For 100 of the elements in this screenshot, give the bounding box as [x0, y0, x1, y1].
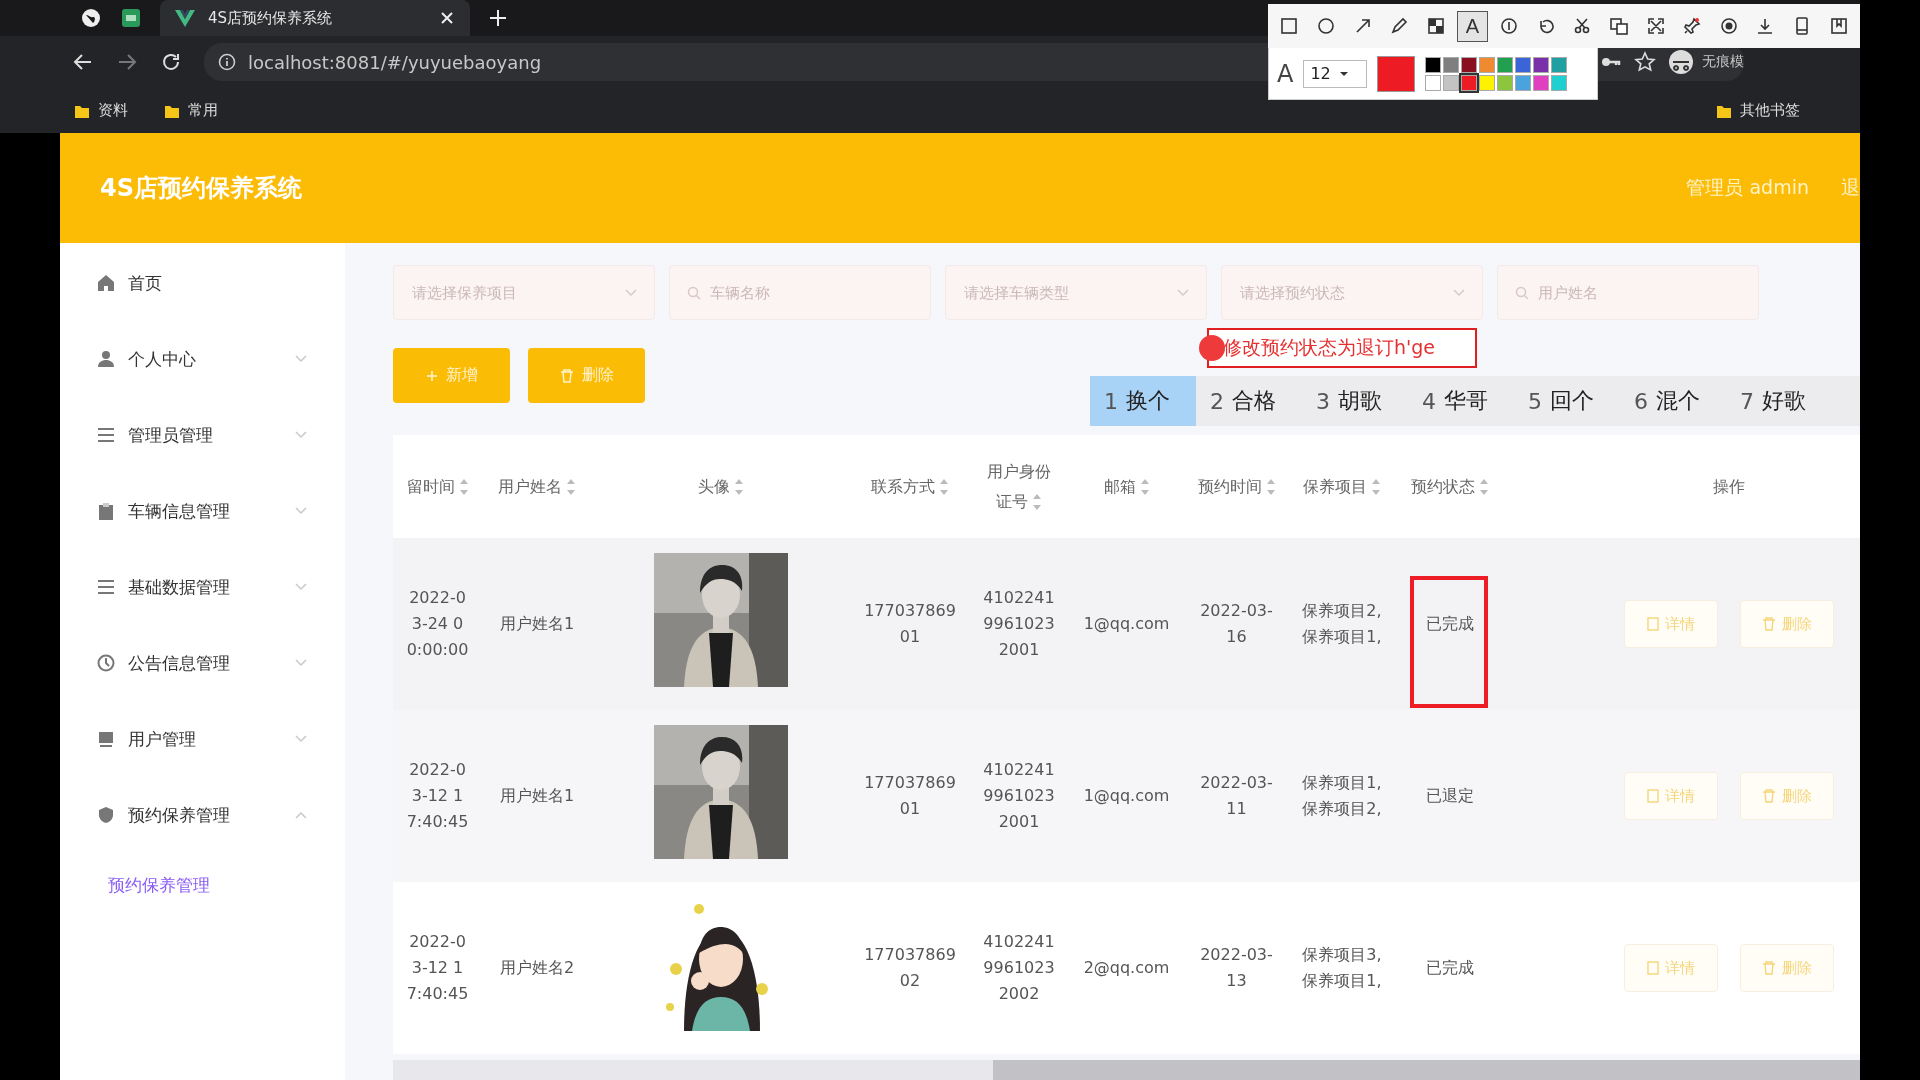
plus-icon	[425, 369, 438, 382]
table-cell: 410224199610232002	[983, 932, 1055, 1003]
column-header[interactable]: 留时间	[406, 471, 469, 502]
color-swatch[interactable]	[1551, 74, 1568, 91]
table-cell: 2022-03-12 17:40:45	[406, 760, 469, 831]
color-swatch[interactable]	[1461, 56, 1478, 73]
color-swatch[interactable]	[1479, 74, 1496, 91]
table-cell: 17703786902	[864, 945, 956, 990]
sidebar-item[interactable]: 车辆信息管理	[60, 473, 345, 549]
column-header[interactable]: 操作	[1712, 471, 1745, 502]
table-cell: 用户姓名1	[499, 614, 575, 633]
color-swatch[interactable]	[1515, 56, 1532, 73]
chevron-icon	[295, 811, 307, 819]
cursor-dot-icon	[1199, 335, 1225, 361]
new-tab-icon	[488, 8, 508, 28]
color-swatch[interactable]	[1515, 74, 1532, 91]
tab-title: 4S店预约保养系统	[208, 8, 334, 28]
color-swatch[interactable]	[1497, 74, 1514, 91]
reload-button[interactable]	[160, 51, 182, 73]
column-header[interactable]: 头像	[698, 471, 744, 502]
monitor-icon	[97, 730, 115, 748]
horizontal-scrollbar[interactable]	[393, 1060, 1860, 1080]
star-icon	[1634, 51, 1656, 73]
status-text: 已完成	[1426, 958, 1474, 977]
list-icon	[97, 578, 115, 596]
column-header[interactable]: 用户身份证号	[982, 456, 1056, 517]
color-swatch[interactable]	[1533, 74, 1550, 91]
chevron-icon	[1453, 288, 1465, 297]
user-icon	[97, 350, 115, 368]
current-color-swatch[interactable]	[1377, 55, 1416, 92]
column-header[interactable]: 预约时间	[1197, 471, 1276, 502]
chevron-icon	[295, 431, 307, 439]
sort-icon	[1265, 478, 1276, 496]
globe-icon	[80, 7, 102, 29]
info-icon	[218, 53, 236, 71]
ime-candidate[interactable]: 5 回个	[1514, 376, 1620, 426]
sidebar-item[interactable]: 基础数据管理	[60, 549, 345, 625]
table-cell: 2022-03-13	[1200, 945, 1273, 990]
column-header[interactable]: 用户姓名	[498, 471, 576, 502]
column-header[interactable]: 保养项目	[1303, 471, 1381, 502]
color-swatch[interactable]	[1425, 74, 1442, 91]
column-header[interactable]: 联系方式	[871, 471, 949, 502]
list-icon	[97, 426, 115, 444]
sidebar-item[interactable]: 用户管理	[60, 701, 345, 777]
chevron-icon	[295, 355, 307, 363]
clipboard-icon	[97, 502, 115, 520]
column-header[interactable]: 邮箱	[1103, 471, 1150, 502]
sort-icon	[458, 478, 469, 496]
sort-icon	[1371, 478, 1381, 496]
color-swatch[interactable]	[1443, 56, 1460, 73]
bookmark-item[interactable]: 常用	[164, 101, 218, 120]
ime-candidate[interactable]: 7 好歌	[1726, 376, 1832, 426]
chevron-icon	[295, 735, 307, 743]
color-swatch[interactable]	[1497, 56, 1514, 73]
table-cell: 410224199610232001	[983, 588, 1055, 659]
app-favicon-icon	[120, 7, 142, 29]
submenu-item[interactable]: 预约保养管理	[108, 873, 210, 897]
other-bookmarks[interactable]: 其他书签	[1716, 101, 1800, 120]
v-logo-icon	[174, 7, 196, 29]
incognito-icon	[1668, 49, 1694, 75]
admin-label: 管理员 admin	[1686, 175, 1809, 200]
color-swatch[interactable]	[1479, 56, 1496, 73]
table-cell: 用户姓名1	[499, 786, 575, 805]
chevron-icon	[1177, 288, 1189, 297]
color-swatch[interactable]	[1443, 74, 1460, 91]
chevron-icon	[295, 659, 307, 667]
sidebar-item[interactable]: 预约保养管理	[60, 777, 345, 853]
ime-candidate[interactable]: 6 混个	[1620, 376, 1726, 426]
bookmark-item[interactable]: 资料	[74, 101, 128, 120]
sidebar-item[interactable]: 个人中心	[60, 321, 345, 397]
search-field[interactable]: 用户姓名	[1497, 265, 1759, 320]
color-swatch[interactable]	[1461, 74, 1478, 91]
chevron-icon	[625, 288, 637, 297]
status-text: 已退定	[1426, 786, 1474, 805]
search-icon	[1515, 285, 1529, 300]
trash-icon	[559, 368, 574, 383]
search-icon	[687, 285, 701, 300]
sort-icon	[1032, 493, 1042, 511]
column-header[interactable]: 预约状态	[1411, 471, 1489, 502]
table-cell: 1@qq.com	[1083, 614, 1170, 633]
table-cell: 用户姓名2	[499, 958, 575, 977]
sort-icon	[566, 478, 576, 496]
chevron-icon	[295, 583, 307, 591]
sidebar-item[interactable]: 管理员管理	[60, 397, 345, 473]
ime-candidate[interactable]: 2 合格	[1196, 376, 1302, 426]
text-tool[interactable]: A	[1457, 10, 1488, 42]
sidebar-item[interactable]: 首页	[60, 245, 345, 321]
search-field[interactable]: 车辆名称	[669, 265, 931, 320]
ime-candidate[interactable]: 4 华哥	[1408, 376, 1514, 426]
sidebar-item[interactable]: 公告信息管理	[60, 625, 345, 701]
font-size-select[interactable]: 12	[1303, 59, 1368, 88]
color-swatch[interactable]	[1533, 56, 1550, 73]
browser-tab[interactable]: 4S店预约保养系统	[160, 0, 470, 36]
ime-candidate[interactable]: 3 胡歌	[1302, 376, 1408, 426]
color-swatch[interactable]	[1551, 56, 1568, 73]
profile-button[interactable]: 无痕模	[1668, 49, 1744, 75]
scrollbar-thumb[interactable]	[993, 1060, 1860, 1080]
ime-candidate[interactable]: 1 换个	[1090, 376, 1196, 426]
sort-icon	[1139, 478, 1150, 496]
color-swatch[interactable]	[1425, 56, 1442, 73]
